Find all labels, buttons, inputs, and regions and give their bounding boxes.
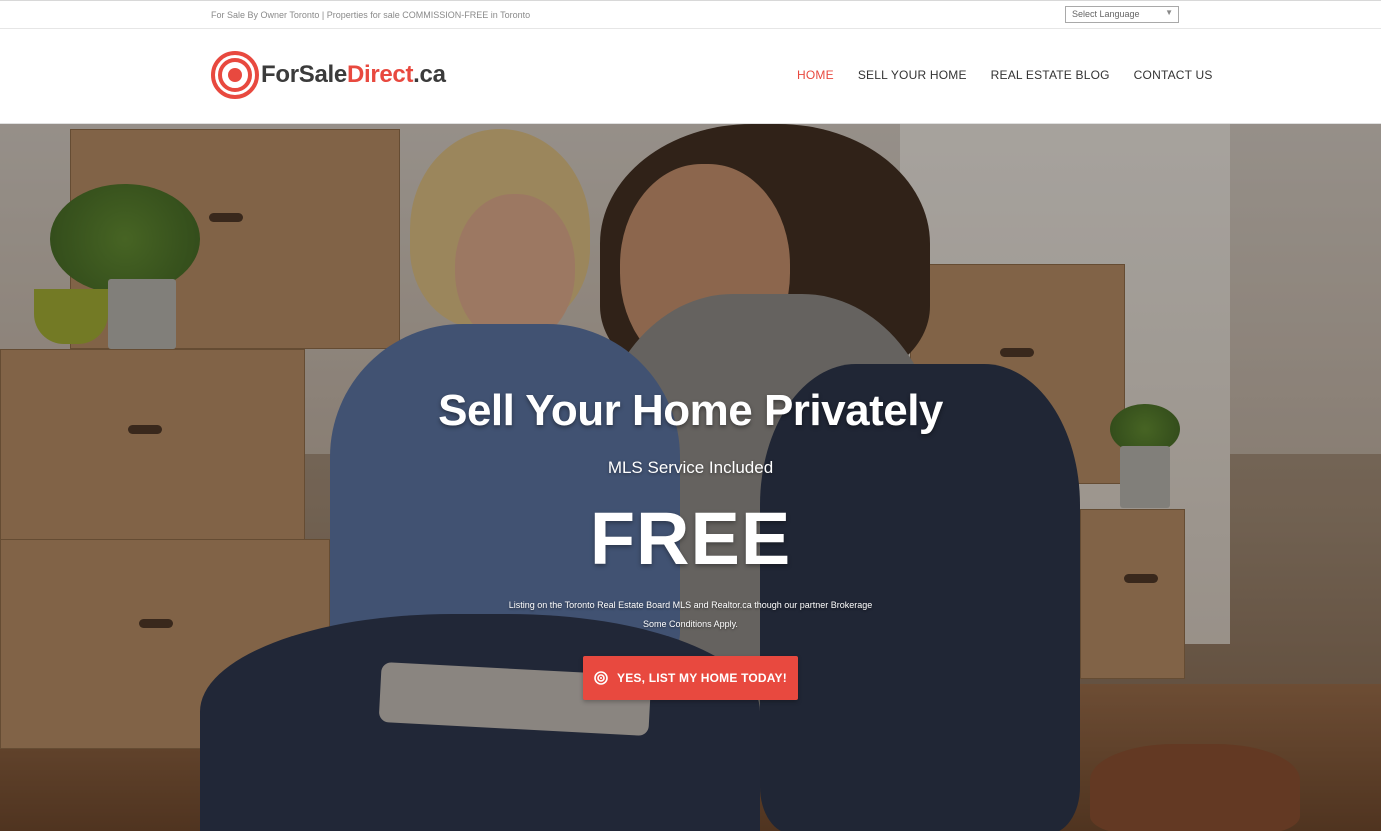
language-select[interactable]: Select Language ▼ xyxy=(1065,6,1179,23)
top-bar: For Sale By Owner Toronto | Properties f… xyxy=(0,0,1381,29)
site-header: ForSaleDirect.ca HOME SELL YOUR HOME REA… xyxy=(0,29,1381,124)
language-select-value: Select Language xyxy=(1072,9,1140,19)
hero-description: Listing on the Toronto Real Estate Board… xyxy=(508,600,873,610)
nav-real-estate-blog[interactable]: REAL ESTATE BLOG xyxy=(991,68,1110,82)
logo-text-forsale: ForSale xyxy=(261,61,347,88)
logo-text: ForSaleDirect.ca xyxy=(261,61,446,89)
hero-conditions: Some Conditions Apply. xyxy=(643,619,738,629)
hero-subtitle: MLS Service Included xyxy=(607,458,774,477)
main-nav: HOME SELL YOUR HOME REAL ESTATE BLOG CON… xyxy=(797,68,1213,82)
hero-free-headline: FREE xyxy=(589,497,792,580)
logo-text-ca: .ca xyxy=(413,61,446,88)
list-my-home-button[interactable]: YES, LIST MY HOME TODAY! xyxy=(583,656,798,700)
nav-home[interactable]: HOME xyxy=(797,68,834,82)
logo-text-direct: Direct xyxy=(346,61,414,88)
site-logo[interactable]: ForSaleDirect.ca xyxy=(211,51,446,99)
nav-contact-us[interactable]: CONTACT US xyxy=(1134,68,1213,82)
target-icon xyxy=(594,671,608,685)
hero-title: Sell Your Home Privately xyxy=(438,386,943,435)
chevron-down-icon: ▼ xyxy=(1165,8,1173,17)
target-logo-icon xyxy=(211,51,259,99)
site-tagline: For Sale By Owner Toronto | Properties f… xyxy=(211,10,531,20)
hero-section: Sell Your Home Privately MLS Service Inc… xyxy=(0,124,1381,831)
nav-sell-your-home[interactable]: SELL YOUR HOME xyxy=(858,68,967,82)
list-my-home-label: YES, LIST MY HOME TODAY! xyxy=(617,671,787,685)
